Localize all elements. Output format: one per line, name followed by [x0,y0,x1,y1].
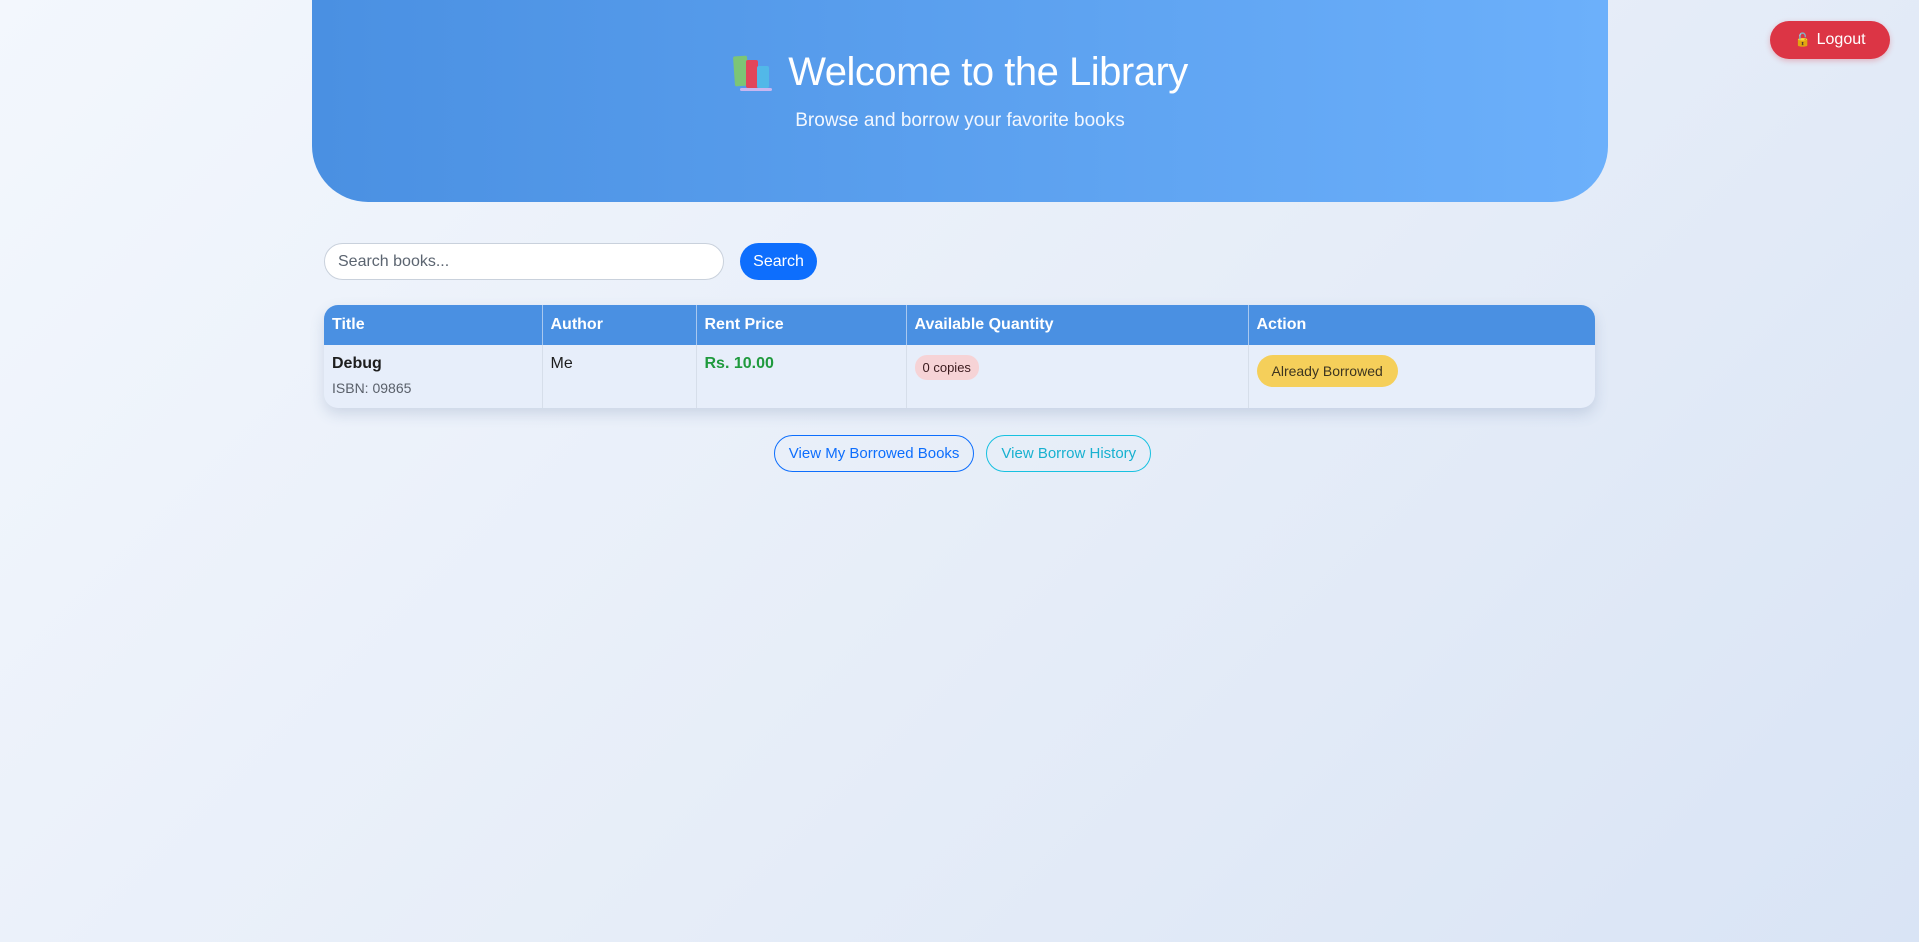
cell-title: Debug ISBN: 09865 [324,345,543,408]
table-row: Debug ISBN: 09865 Me Rs. 10.00 0 copies … [324,345,1595,408]
book-title: Debug [332,355,382,372]
logout-label: Logout [1816,31,1866,48]
already-borrowed-button[interactable]: Already Borrowed [1256,355,1398,387]
books-icon [732,52,774,94]
logout-button[interactable]: 🔓 Logout [1770,21,1890,59]
cell-action: Already Borrowed [1248,345,1595,408]
page-header: Welcome to the Library Browse and borrow… [312,0,1608,202]
cell-price: Rs. 10.00 [696,345,907,408]
search-input[interactable] [324,243,724,280]
column-header-title: Title [324,305,543,345]
view-borrow-history-button[interactable]: View Borrow History [986,435,1152,472]
column-header-rent-price: Rent Price [696,305,907,345]
cell-quantity: 0 copies [906,345,1249,408]
view-borrowed-books-button[interactable]: View My Borrowed Books [773,435,975,472]
column-header-author: Author [542,305,697,345]
search-button[interactable]: Search [740,243,817,280]
quantity-badge: 0 copies [914,355,979,380]
rent-price: Rs. 10.00 [704,355,774,372]
page-title: Welcome to the Library [788,50,1188,94]
bottom-actions: View My Borrowed Books View Borrow Histo… [0,435,1919,472]
page-subtitle: Browse and borrow your favorite books [795,110,1125,131]
cell-author: Me [542,345,697,408]
column-header-action: Action [1248,305,1595,345]
header-title-row: Welcome to the Library [312,50,1608,95]
column-header-available-quantity: Available Quantity [906,305,1249,345]
table-header-row: Title Author Rent Price Available Quanti… [324,305,1595,345]
books-table: Title Author Rent Price Available Quanti… [324,305,1595,408]
book-isbn: ISBN: 09865 [332,380,412,396]
lock-icon: 🔓 [1794,32,1811,47]
